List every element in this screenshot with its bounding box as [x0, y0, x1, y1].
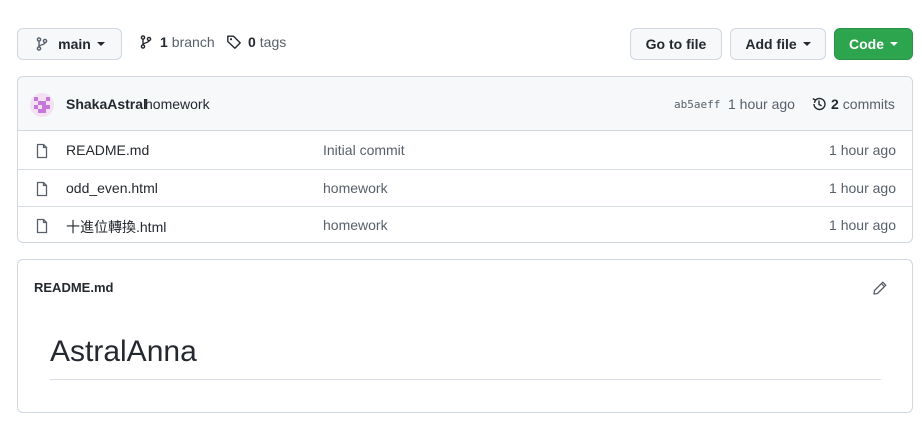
- file-row[interactable]: 十進位轉換.html homework 1 hour ago: [18, 206, 912, 243]
- commits-label: commits: [842, 96, 895, 112]
- commits-count: 2: [831, 96, 839, 112]
- author-avatar[interactable]: [30, 93, 54, 117]
- tags-label: tags: [259, 34, 287, 50]
- chevron-down-icon: [802, 42, 811, 46]
- file-row[interactable]: odd_even.html homework 1 hour ago: [18, 169, 912, 206]
- readme-heading-divider: [50, 379, 881, 380]
- tags-link[interactable]: 0 tags: [226, 34, 286, 50]
- commit-author[interactable]: ShakaAstral: [66, 96, 147, 112]
- chevron-down-icon: [96, 42, 105, 46]
- branch-select-label: main: [58, 36, 91, 52]
- file-age: 1 hour ago: [829, 142, 896, 158]
- add-file-button[interactable]: Add file: [730, 28, 826, 60]
- history-icon: [811, 96, 827, 112]
- readme-heading: AstralAnna: [50, 335, 197, 368]
- code-button[interactable]: Code: [834, 28, 913, 60]
- file-commit-message[interactable]: Initial commit: [323, 142, 405, 158]
- git-branch-icon: [34, 36, 50, 52]
- commit-message[interactable]: homework: [145, 96, 210, 112]
- tag-icon: [226, 34, 242, 50]
- file-age: 1 hour ago: [829, 217, 896, 233]
- file-name[interactable]: odd_even.html: [66, 180, 158, 196]
- file-row[interactable]: README.md Initial commit 1 hour ago: [18, 132, 912, 169]
- branches-label: branch: [171, 34, 215, 50]
- chevron-down-icon: [890, 42, 898, 46]
- git-branch-icon: [138, 34, 154, 50]
- file-icon: [34, 143, 50, 162]
- file-commit-message[interactable]: homework: [323, 180, 388, 196]
- file-name[interactable]: 十進位轉換.html: [66, 217, 166, 237]
- file-age: 1 hour ago: [829, 180, 896, 196]
- latest-commit-bar: ShakaAstral homework ab5aeff 1 hour ago …: [18, 77, 912, 131]
- file-name[interactable]: README.md: [66, 142, 149, 158]
- branch-select-button[interactable]: main: [17, 28, 122, 60]
- file-listing: ShakaAstral homework ab5aeff 1 hour ago …: [17, 76, 913, 243]
- pencil-icon[interactable]: [872, 280, 888, 296]
- file-commit-message[interactable]: homework: [323, 217, 388, 233]
- branches-count: 1: [160, 34, 168, 50]
- code-button-label: Code: [849, 36, 884, 52]
- file-icon: [34, 181, 50, 200]
- commit-time: 1 hour ago: [728, 96, 795, 112]
- branches-link[interactable]: 1 branch: [138, 34, 215, 50]
- commits-link[interactable]: 2 commits: [811, 96, 895, 112]
- file-icon: [34, 218, 50, 237]
- go-to-file-button[interactable]: Go to file: [630, 28, 722, 60]
- readme-box: README.md AstralAnna: [17, 259, 913, 413]
- file-rows: README.md Initial commit 1 hour ago odd_…: [18, 132, 912, 243]
- commit-sha[interactable]: ab5aeff: [674, 98, 720, 111]
- tags-count: 0: [248, 34, 256, 50]
- readme-filename: README.md: [34, 280, 114, 295]
- add-file-label: Add file: [745, 36, 797, 52]
